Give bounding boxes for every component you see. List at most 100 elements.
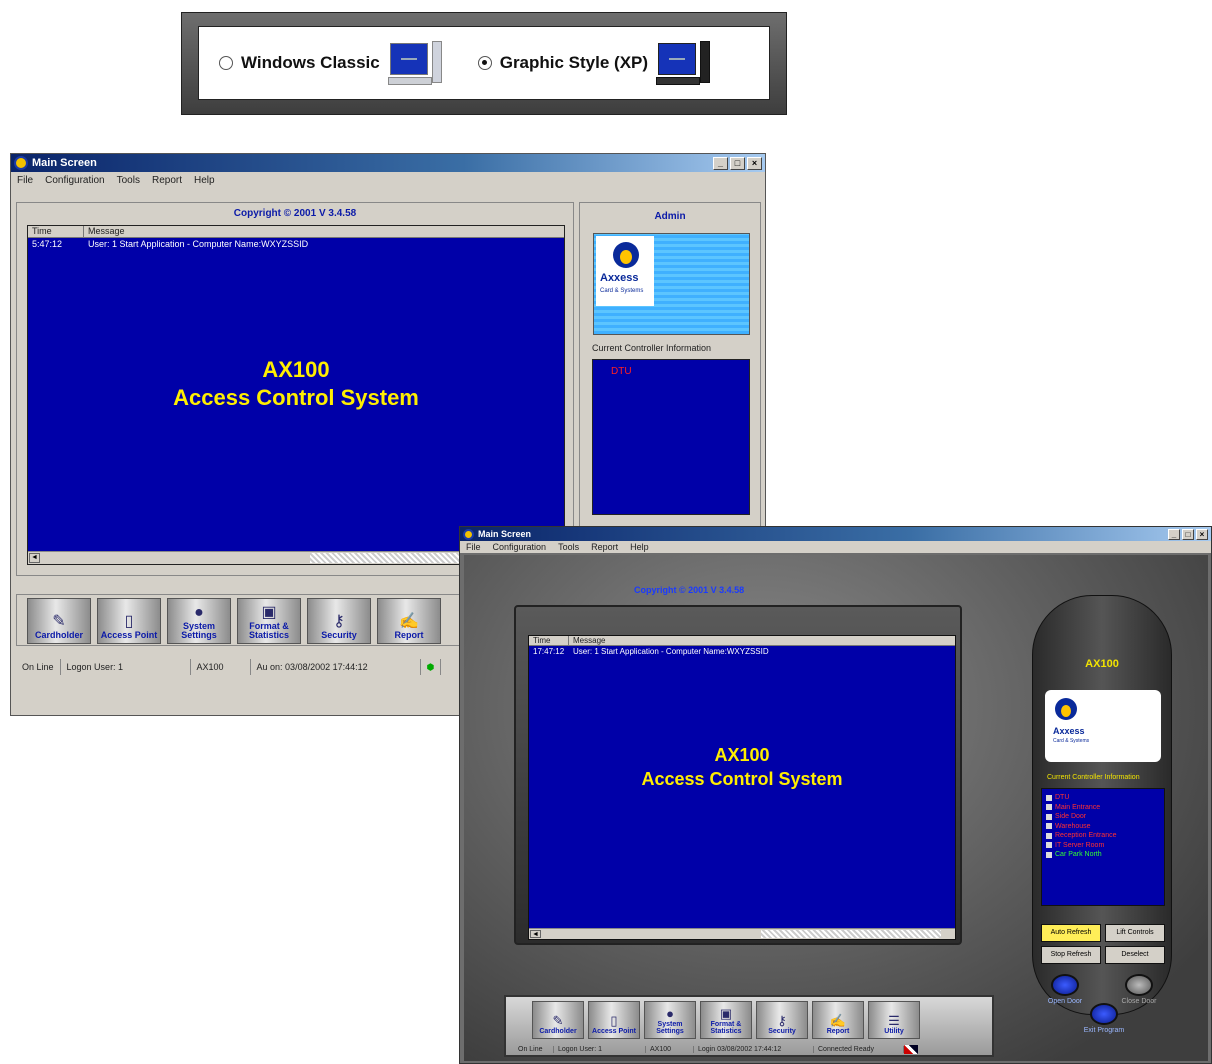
xp-main-window: Main Screen _ □ × File Configuration Too… bbox=[459, 526, 1212, 1064]
controller-node-icon bbox=[1046, 842, 1052, 849]
xp-logo-word: Axxess bbox=[1053, 726, 1085, 736]
log-time: 5:47:12 bbox=[32, 239, 63, 249]
stop-refresh-button[interactable]: Stop Refresh bbox=[1041, 946, 1101, 964]
xp-controller-item[interactable]: Warehouse bbox=[1046, 822, 1160, 832]
log-row[interactable]: 5:47:12 User: 1 Start Application - Comp… bbox=[28, 238, 564, 250]
event-log[interactable]: Time Message 5:47:12 User: 1 Start Appli… bbox=[27, 225, 565, 565]
report-icon: ✍ bbox=[399, 613, 419, 630]
xp-app-icon bbox=[463, 528, 474, 540]
close-door-button[interactable] bbox=[1125, 974, 1153, 996]
menu-report[interactable]: Report bbox=[152, 175, 182, 186]
controller-node-icon bbox=[1046, 823, 1052, 830]
xp-controller-label: IT Server Room bbox=[1055, 841, 1105, 849]
controller-node-icon bbox=[1046, 794, 1052, 801]
xp-utility-button[interactable]: ☰ Utility bbox=[868, 1001, 920, 1039]
xp-system-settings-label: System Settings bbox=[656, 1021, 684, 1035]
graphic-style-option[interactable]: Graphic Style (XP) bbox=[477, 41, 712, 85]
cardholder-button[interactable]: ✎ Cardholder bbox=[27, 598, 91, 644]
xp-controller-item[interactable]: Main Entrance bbox=[1046, 803, 1160, 813]
log-message: User: 1 Start Application - Computer Nam… bbox=[88, 239, 309, 249]
chart-icon: ▣ bbox=[719, 1006, 733, 1021]
security-button[interactable]: ⚷ Security bbox=[307, 598, 371, 644]
graphic-style-radio[interactable] bbox=[477, 56, 492, 70]
windows-classic-radio[interactable] bbox=[219, 56, 233, 70]
maximize-button[interactable]: □ bbox=[730, 156, 745, 170]
xp-report-button[interactable]: ✍ Report bbox=[812, 1001, 864, 1039]
main-title-line1: AX100 bbox=[262, 357, 330, 382]
xp-main-title-line1: AX100 bbox=[714, 745, 770, 765]
xp-controller-item[interactable]: Reception Entrance bbox=[1046, 831, 1160, 841]
xp-menu-tools[interactable]: Tools bbox=[558, 542, 579, 552]
xp-controller-item[interactable]: IT Server Room bbox=[1046, 841, 1160, 851]
xp-controller-label: Warehouse bbox=[1055, 822, 1091, 830]
xp-cardholder-button[interactable]: ✎ Cardholder bbox=[532, 1001, 584, 1039]
auto-refresh-button[interactable]: Auto Refresh bbox=[1041, 924, 1101, 942]
format-statistics-button[interactable]: ▣ Format & Statistics bbox=[237, 598, 301, 644]
system-settings-button[interactable]: ● System Settings bbox=[167, 598, 231, 644]
xp-format-statistics-button[interactable]: ▣ Format & Statistics bbox=[700, 1001, 752, 1039]
xp-log-hscrollbar[interactable]: ◄ bbox=[529, 928, 955, 939]
menu-tools[interactable]: Tools bbox=[117, 175, 140, 186]
xp-log-col-message[interactable]: Message bbox=[569, 636, 955, 645]
windows-classic-option[interactable]: Windows Classic bbox=[219, 41, 444, 85]
xp-controller-list[interactable]: DTU Main Entrance Side Door Warehouse Re… bbox=[1041, 788, 1165, 906]
xp-controller-info-label: Current Controller Information bbox=[1047, 774, 1140, 781]
exit-program-button[interactable] bbox=[1090, 1003, 1118, 1025]
xp-log-row[interactable]: 17:47:12 User: 1 Start Application - Com… bbox=[529, 646, 955, 656]
xp-log-time: 17:47:12 bbox=[533, 646, 565, 656]
xp-minimize-button[interactable]: _ bbox=[1168, 528, 1180, 540]
xp-access-point-button[interactable]: ▯ Access Point bbox=[588, 1001, 640, 1039]
xp-menu-help[interactable]: Help bbox=[630, 542, 649, 552]
deselect-button[interactable]: Deselect bbox=[1105, 946, 1165, 964]
network-icon: ⬢ bbox=[421, 659, 442, 675]
xp-status-online: On Line bbox=[514, 1045, 554, 1053]
xp-menu-file[interactable]: File bbox=[466, 542, 481, 552]
minimize-button[interactable]: _ bbox=[713, 156, 728, 170]
windows-classic-label: Windows Classic bbox=[241, 53, 380, 72]
xp-report-label: Report bbox=[826, 1028, 850, 1035]
xp-scroll-left-icon[interactable]: ◄ bbox=[530, 930, 541, 938]
menu-configuration[interactable]: Configuration bbox=[45, 175, 104, 186]
scroll-left-icon[interactable]: ◄ bbox=[29, 553, 40, 563]
log-col-time[interactable]: Time bbox=[28, 226, 84, 237]
cardholder-label: Cardholder bbox=[34, 630, 83, 640]
open-door-button[interactable] bbox=[1051, 974, 1079, 996]
controller-list[interactable]: DTU bbox=[592, 359, 750, 515]
app-icon bbox=[14, 156, 28, 170]
log-header: Time Message bbox=[28, 226, 564, 238]
controller-node-icon bbox=[1046, 832, 1052, 839]
log-col-message[interactable]: Message bbox=[84, 226, 564, 237]
xp-system-settings-button[interactable]: ● System Settings bbox=[644, 1001, 696, 1039]
classic-monitor-icon bbox=[387, 41, 444, 85]
xp-maximize-button[interactable]: □ bbox=[1182, 528, 1194, 540]
lift-controls-button[interactable]: Lift Controls bbox=[1105, 924, 1165, 942]
xp-status-login-time: Login 03/08/2002 17:44:12 bbox=[694, 1045, 814, 1053]
xp-close-button[interactable]: × bbox=[1196, 528, 1208, 540]
key-icon: ⚷ bbox=[333, 613, 345, 630]
xp-controller-label: Reception Entrance bbox=[1055, 832, 1117, 840]
xp-controller-item[interactable]: DTU bbox=[1046, 793, 1160, 803]
xp-menu-configuration[interactable]: Configuration bbox=[493, 542, 547, 552]
report-button[interactable]: ✍ Report bbox=[377, 598, 441, 644]
xp-log-message: User: 1 Start Application - Computer Nam… bbox=[573, 646, 769, 656]
xp-log-col-time[interactable]: Time bbox=[529, 636, 569, 645]
xp-log-header: Time Message bbox=[529, 636, 955, 646]
uk-flag-icon[interactable] bbox=[904, 1044, 918, 1054]
xp-scroll-track[interactable] bbox=[761, 930, 941, 938]
xp-security-button[interactable]: ⚷ Security bbox=[756, 1001, 808, 1039]
close-button[interactable]: × bbox=[747, 156, 762, 170]
close-door-label: Close Door bbox=[1121, 998, 1157, 1005]
menu-file[interactable]: File bbox=[17, 175, 33, 186]
xp-event-log[interactable]: Time Message 17:47:12 User: 1 Start Appl… bbox=[528, 635, 956, 940]
classic-titlebar[interactable]: Main Screen _ □ × bbox=[11, 154, 765, 172]
xp-controller-item[interactable]: Car Park North bbox=[1046, 850, 1160, 860]
controller-item[interactable]: DTU bbox=[593, 360, 749, 377]
menu-help[interactable]: Help bbox=[194, 175, 215, 186]
classic-window-title: Main Screen bbox=[32, 157, 97, 169]
xp-titlebar[interactable]: Main Screen _ □ × bbox=[460, 527, 1211, 541]
xp-controller-item[interactable]: Side Door bbox=[1046, 812, 1160, 822]
system-settings-label: System Settings bbox=[181, 621, 217, 640]
access-point-button[interactable]: ▯ Access Point bbox=[97, 598, 161, 644]
controller-node-icon bbox=[1046, 851, 1052, 858]
xp-menu-report[interactable]: Report bbox=[591, 542, 618, 552]
